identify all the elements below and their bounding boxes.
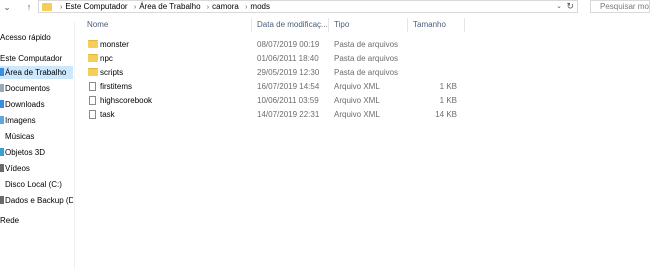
- sidebar-item-label: Imagens: [5, 116, 36, 125]
- chevron-right-icon[interactable]: ›: [245, 4, 247, 11]
- file-size: 1 KB: [439, 82, 457, 91]
- 3d-objects-icon: [0, 148, 4, 156]
- file-type: Arquivo XML: [334, 96, 380, 105]
- navigation-pane: Acesso rápido Este Computador Área de Tr…: [0, 22, 75, 269]
- sidebar-item-network[interactable]: Rede: [0, 214, 73, 227]
- table-row[interactable]: highscorebook 10/06/2011 03:59 Arquivo X…: [80, 94, 470, 107]
- file-date: 29/05/2019 12:30: [257, 68, 320, 77]
- sidebar-item-quick-access[interactable]: Acesso rápido: [0, 31, 73, 44]
- chevron-right-icon[interactable]: ›: [207, 4, 209, 11]
- sidebar-item-label: Disco Local (C:): [5, 180, 62, 189]
- sidebar-item-desktop[interactable]: Área de Trabalho: [0, 66, 73, 79]
- file-date: 14/07/2019 22:31: [257, 110, 320, 119]
- sidebar-item-label: Rede: [0, 216, 20, 225]
- breadcrumb-item[interactable]: camora: [212, 2, 239, 11]
- up-arrow-icon[interactable]: ↑: [24, 0, 34, 14]
- address-toolbar: ⌄ ↑ › Este Computador › Área de Trabalho ›…: [0, 0, 650, 16]
- documents-icon: [0, 84, 4, 92]
- refresh-icon[interactable]: ↻: [566, 1, 574, 12]
- file-name: npc: [100, 54, 113, 63]
- search-input[interactable]: Pesquisar mods: [590, 0, 650, 13]
- sidebar-item-documents[interactable]: Documentos: [0, 82, 73, 95]
- sidebar-item-data-backup-d[interactable]: Dados e Backup (D:: [0, 194, 73, 207]
- file-size: 1 KB: [439, 96, 457, 105]
- column-divider[interactable]: [328, 18, 329, 32]
- file-size: 14 KB: [435, 110, 457, 119]
- expand-chevron-icon[interactable]: ⌄: [2, 0, 12, 14]
- downloads-icon: [0, 100, 4, 108]
- sidebar-item-label: Dados e Backup (D:: [5, 196, 73, 205]
- sidebar-item-label: Objetos 3D: [5, 148, 46, 157]
- drive-icon: [0, 180, 4, 188]
- desktop-icon: [0, 68, 4, 76]
- videos-icon: [0, 164, 4, 172]
- drive-icon: [0, 196, 4, 204]
- column-divider[interactable]: [407, 18, 408, 32]
- sidebar-item-local-disk-c[interactable]: Disco Local (C:): [0, 178, 73, 191]
- folder-icon: [88, 40, 98, 48]
- file-type: Pasta de arquivos: [334, 54, 399, 63]
- sidebar-item-label: Documentos: [5, 84, 50, 93]
- sidebar-item-3d-objects[interactable]: Objetos 3D: [0, 146, 73, 159]
- file-type: Pasta de arquivos: [334, 68, 399, 77]
- file-list: Nome Data de modificaç... Tipo Tamanho m…: [80, 16, 650, 269]
- column-divider[interactable]: [464, 18, 465, 32]
- sidebar-item-label: Este Computador: [0, 54, 63, 63]
- file-name: monster: [100, 40, 129, 49]
- file-icon: [89, 110, 96, 119]
- sidebar-item-label: Acesso rápido: [0, 33, 51, 42]
- breadcrumb: › Este Computador › Área de Trabalho › camo…: [59, 2, 273, 11]
- images-icon: [0, 116, 4, 124]
- sidebar-item-label: Músicas: [5, 132, 35, 141]
- folder-icon: [42, 3, 52, 11]
- sidebar-item-downloads[interactable]: Downloads: [0, 98, 73, 111]
- file-name: scripts: [100, 68, 124, 77]
- file-icon: [89, 96, 96, 105]
- sidebar-item-music[interactable]: Músicas: [0, 130, 73, 143]
- file-date: 08/07/2019 00:19: [257, 40, 320, 49]
- column-divider[interactable]: [251, 18, 252, 32]
- table-row[interactable]: monster 08/07/2019 00:19 Pasta de arquiv…: [80, 38, 470, 51]
- file-type: Pasta de arquivos: [334, 40, 399, 49]
- address-dropdown-icon[interactable]: ⌄: [556, 2, 562, 10]
- sidebar-item-images[interactable]: Imagens: [0, 114, 73, 127]
- sidebar-item-label: Vídeos: [5, 164, 30, 173]
- sidebar-item-videos[interactable]: Vídeos: [0, 162, 73, 175]
- file-type: Arquivo XML: [334, 110, 380, 119]
- sidebar-item-this-pc[interactable]: Este Computador: [0, 52, 73, 65]
- breadcrumb-item[interactable]: Área de Trabalho: [139, 2, 200, 11]
- file-date: 01/06/2011 18:40: [257, 54, 319, 63]
- folder-icon: [88, 54, 98, 62]
- column-header-date[interactable]: Data de modificaç...: [257, 16, 328, 34]
- column-header-name[interactable]: Nome: [87, 16, 108, 34]
- sidebar-item-label: Downloads: [5, 100, 45, 109]
- file-date: 10/06/2011 03:59: [257, 96, 319, 105]
- file-name: firstitems: [100, 82, 132, 91]
- breadcrumb-item[interactable]: Este Computador: [65, 2, 127, 11]
- music-icon: [0, 132, 4, 140]
- file-name: task: [100, 110, 115, 119]
- column-header-size[interactable]: Tamanho: [413, 16, 446, 34]
- table-row[interactable]: scripts 29/05/2019 12:30 Pasta de arquiv…: [80, 66, 470, 79]
- table-row[interactable]: firstitems 16/07/2019 14:54 Arquivo XML …: [80, 80, 470, 93]
- file-icon: [89, 82, 96, 91]
- table-row[interactable]: npc 01/06/2011 18:40 Pasta de arquivos: [80, 52, 470, 65]
- column-header-type[interactable]: Tipo: [334, 16, 349, 34]
- file-name: highscorebook: [100, 96, 153, 105]
- file-type: Arquivo XML: [334, 82, 380, 91]
- chevron-right-icon[interactable]: ›: [60, 4, 62, 11]
- folder-icon: [88, 68, 98, 76]
- file-date: 16/07/2019 14:54: [257, 82, 320, 91]
- sidebar-item-label: Área de Trabalho: [5, 68, 67, 77]
- table-row[interactable]: task 14/07/2019 22:31 Arquivo XML 14 KB: [80, 108, 470, 121]
- address-bar[interactable]: › Este Computador › Área de Trabalho › camo…: [38, 0, 578, 13]
- chevron-right-icon[interactable]: ›: [134, 4, 136, 11]
- breadcrumb-item[interactable]: mods: [250, 2, 270, 11]
